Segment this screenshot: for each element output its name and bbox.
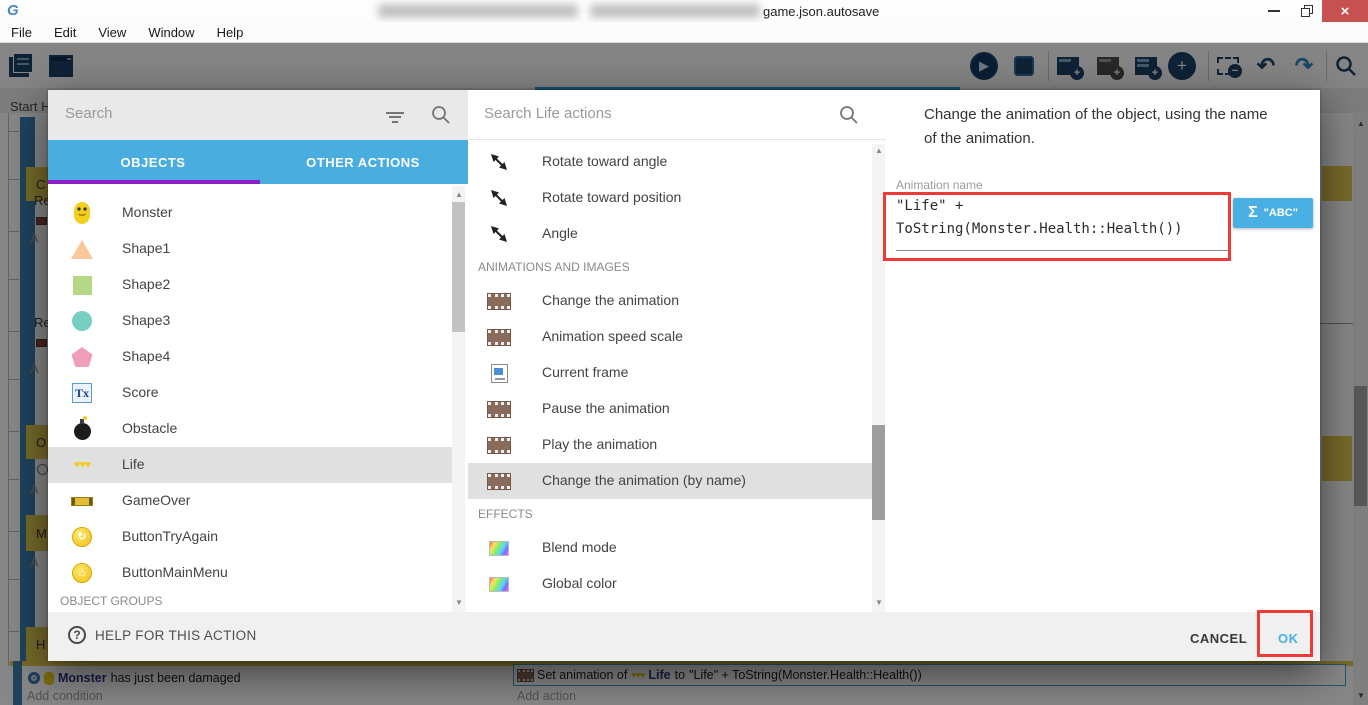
action-item[interactable]: Rotate toward angle [468, 144, 872, 180]
menu-file[interactable]: File [0, 25, 43, 40]
restore-icon [1301, 5, 1313, 17]
list-item-life-selected[interactable]: ♥♥♥ Life [48, 447, 452, 483]
scroll-up-icon[interactable]: ▲ [455, 190, 463, 199]
close-icon: × [1340, 2, 1350, 20]
filter-icon[interactable] [386, 109, 404, 125]
scroll-down-icon[interactable]: ▼ [455, 598, 463, 607]
dialog-footer: ? HELP FOR THIS ACTION CANCEL OK [48, 610, 1320, 661]
film-strip-icon [484, 319, 514, 355]
menu-view[interactable]: View [87, 25, 137, 40]
text-object-icon: Tx [68, 375, 96, 411]
list-item-obstacle[interactable]: Obstacle [48, 411, 452, 447]
reload-button-icon: ↻ [68, 519, 96, 555]
scrollbar-thumb[interactable] [452, 202, 465, 332]
hearts-icon: ♥♥♥ [73, 459, 92, 471]
action-search-placeholder: Search Life actions [484, 105, 612, 122]
action-item-selected[interactable]: Change the animation (by name) [468, 463, 872, 499]
list-item-gameover[interactable]: GameOver [48, 483, 452, 519]
list-item-monster[interactable]: Monster [48, 195, 452, 231]
menu-window[interactable]: Window [137, 25, 205, 40]
rainbow-icon [484, 530, 514, 566]
scroll-up-icon[interactable]: ▲ [875, 146, 883, 155]
action-item[interactable]: Global color [468, 566, 872, 602]
circle-icon [68, 303, 96, 339]
action-item[interactable]: Pause the animation [468, 391, 872, 427]
app-content: ▶ + + + + − ↶ ↷ Start H C Re A Re A O A … [0, 43, 1368, 705]
section-header-effects: EFFECTS [478, 507, 533, 521]
field-label: Animation name [896, 178, 983, 192]
search-icon[interactable] [430, 104, 452, 126]
film-strip-icon [484, 463, 514, 499]
film-strip-icon [484, 283, 514, 319]
rotate-arrow-icon [484, 216, 514, 252]
pentagon-icon [68, 339, 96, 375]
triangle-icon [68, 231, 96, 267]
action-item[interactable]: Change the animation [468, 283, 872, 319]
object-groups-header: OBJECT GROUPS [60, 594, 163, 608]
list-item-shape1[interactable]: Shape1 [48, 231, 452, 267]
annotation-rect-ok [1257, 610, 1313, 657]
action-item[interactable]: Blend mode [468, 530, 872, 566]
menu-edit[interactable]: Edit [43, 25, 87, 40]
redacted-title-segment [378, 4, 578, 18]
rotate-arrow-icon [484, 180, 514, 216]
banner-icon [68, 483, 96, 519]
sigma-icon: Σ [1248, 204, 1258, 221]
scrollbar-thumb[interactable] [872, 425, 885, 520]
list-item-score[interactable]: Tx Score [48, 375, 452, 411]
action-description: Change the animation of the object, usin… [924, 106, 1268, 147]
list-item-buttontryagain[interactable]: ↻ ButtonTryAgain [48, 519, 452, 555]
action-item[interactable]: Angle [468, 216, 872, 252]
expression-editor-button[interactable]: Σ "ABC" [1233, 198, 1313, 228]
frame-icon [484, 355, 514, 391]
list-item-shape3[interactable]: Shape3 [48, 303, 452, 339]
tab-objects[interactable]: OBJECTS [48, 140, 258, 184]
window-title: game.json.autosave [763, 4, 880, 19]
list-item-shape4[interactable]: Shape4 [48, 339, 452, 375]
action-item[interactable]: Play the animation [468, 427, 872, 463]
app-logo-icon: G [7, 2, 19, 19]
object-tabs: OBJECTS OTHER ACTIONS [48, 140, 468, 184]
close-button[interactable]: × [1322, 0, 1368, 22]
tab-other-actions[interactable]: OTHER ACTIONS [258, 140, 468, 184]
home-button-icon: ⌂ [68, 555, 96, 591]
restore-button[interactable] [1292, 0, 1322, 22]
square-icon [68, 267, 96, 303]
search-icon[interactable] [838, 104, 860, 126]
menu-bar: File Edit View Window Help [0, 22, 1368, 43]
bomb-icon [68, 411, 96, 447]
rainbow-icon [484, 566, 514, 602]
action-item[interactable]: Animation speed scale [468, 319, 872, 355]
action-item[interactable]: Current frame [468, 355, 872, 391]
annotation-rect-field [883, 192, 1231, 261]
action-item[interactable]: Rotate toward position [468, 180, 872, 216]
cancel-button[interactable]: CANCEL [1176, 622, 1261, 655]
film-strip-icon [484, 391, 514, 427]
object-search-placeholder: Search [65, 105, 113, 122]
film-strip-icon [484, 427, 514, 463]
active-tab-indicator [48, 180, 260, 184]
redacted-title-segment [590, 4, 760, 18]
monster-sprite-icon [68, 195, 96, 231]
instruction-editor-dialog: Search OBJECTS OTHER ACTIONS Monster Sha… [48, 90, 1320, 661]
section-header-animations: ANIMATIONS AND IMAGES [478, 260, 630, 274]
question-circle-icon: ? [68, 626, 86, 644]
help-link[interactable]: ? HELP FOR THIS ACTION [68, 626, 257, 644]
list-item-shape2[interactable]: Shape2 [48, 267, 452, 303]
action-search-field[interactable]: Search Life actions [468, 90, 886, 140]
rotate-arrow-icon [484, 144, 514, 180]
scroll-down-icon[interactable]: ▼ [875, 598, 883, 607]
object-search-field[interactable]: Search [48, 90, 468, 140]
list-item-buttonmainmenu[interactable]: ⌂ ButtonMainMenu [48, 555, 452, 591]
title-bar: G game.json.autosave × [0, 0, 1368, 22]
menu-help[interactable]: Help [206, 25, 255, 40]
minimize-button[interactable] [1258, 0, 1290, 22]
